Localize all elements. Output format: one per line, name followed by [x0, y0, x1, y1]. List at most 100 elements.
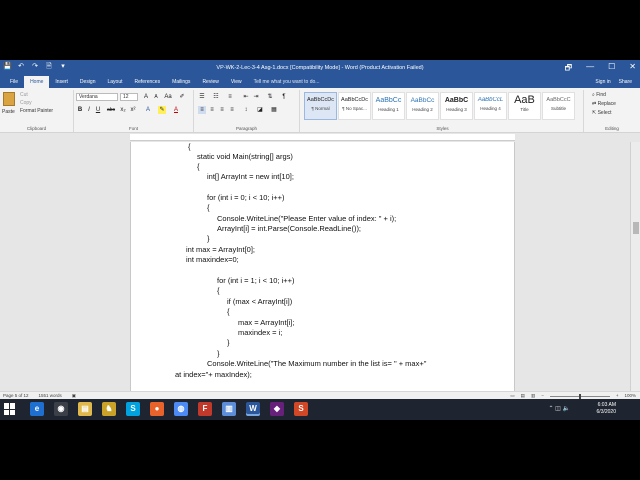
visual-studio-icon[interactable]: ◆ [270, 402, 284, 416]
share-button[interactable]: Share [619, 79, 632, 85]
clear-formatting-icon[interactable]: ✐ [178, 93, 186, 101]
replace-button[interactable]: ⇄ Replace [592, 101, 616, 107]
maximize-button[interactable]: ☐ [608, 62, 615, 76]
style-heading-1[interactable]: AaBbCc Heading 1 [372, 92, 405, 120]
font-size-select[interactable]: 12 [120, 93, 138, 101]
tab-view[interactable]: View [225, 76, 248, 88]
vertical-scrollbar[interactable] [630, 142, 640, 400]
change-case-icon[interactable]: Aa [164, 93, 172, 101]
style-name: Heading 3 [446, 107, 467, 112]
code-line: for (int i = 0; i < 10; i++) [207, 193, 285, 202]
font-color-button[interactable]: A [172, 106, 180, 114]
ribbon-tab-row: File Home Insert Design Layout Reference… [0, 76, 640, 88]
tab-file[interactable]: File [4, 76, 24, 88]
tab-mailings[interactable]: Mailings [166, 76, 196, 88]
edge-icon[interactable]: e [30, 402, 44, 416]
justify-icon[interactable]: ≡ [228, 106, 236, 114]
font-name-select[interactable]: Verdana [76, 93, 118, 101]
code-line: int maxindex=0; [186, 255, 239, 264]
align-center-icon[interactable]: ≡ [208, 106, 216, 114]
clock[interactable]: 6:03 AM 6/3/2020 [597, 402, 616, 416]
tab-review[interactable]: Review [196, 76, 224, 88]
sign-in-link[interactable]: Sign in [595, 79, 610, 85]
code-line: { [188, 142, 191, 151]
shading-icon[interactable]: ◪ [256, 106, 264, 114]
style-subtitle[interactable]: AaBbCcC Subtitle [542, 92, 575, 120]
network-icon[interactable]: ◫ [555, 406, 562, 412]
align-left-icon[interactable]: ≡ [198, 106, 206, 114]
presentation-app-icon[interactable]: S [294, 402, 308, 416]
code-line: int max = ArrayInt[0]; [186, 245, 255, 254]
paste-icon[interactable] [3, 92, 15, 106]
code-line: { [217, 286, 220, 295]
numbering-icon[interactable]: ☷ [212, 93, 220, 101]
tell-me-search[interactable]: Tell me what you want to do... [254, 76, 320, 88]
copy-button[interactable]: Copy [20, 100, 32, 106]
decrease-indent-icon[interactable]: ⇤ [242, 93, 250, 101]
horizontal-ruler[interactable] [130, 134, 515, 141]
clipboard-group-label: Clipboard [26, 126, 47, 131]
code-line: } [227, 338, 230, 347]
align-right-icon[interactable]: ≡ [218, 106, 226, 114]
style-name: ¶ Normal [311, 106, 330, 111]
shrink-font-icon[interactable]: A [152, 93, 160, 101]
style-heading-3[interactable]: AaBbC Heading 3 [440, 92, 473, 120]
style-normal[interactable]: AaBbCcDc ¶ Normal [304, 92, 337, 120]
grow-font-icon[interactable]: A [142, 93, 150, 101]
subscript-button[interactable]: x₂ [119, 106, 127, 114]
filezilla-icon[interactable]: F [198, 402, 212, 416]
document-page[interactable]: { static void Main(string[] args) { int[… [130, 142, 515, 400]
style-heading-2[interactable]: AaBbCc Heading 2 [406, 92, 439, 120]
tab-insert[interactable]: Insert [49, 76, 74, 88]
tab-layout[interactable]: Layout [102, 76, 129, 88]
find-label: Find [596, 92, 606, 98]
strikethrough-button[interactable]: abc [105, 106, 117, 114]
find-button[interactable]: ⌕ Find [592, 92, 606, 98]
tab-home[interactable]: Home [24, 76, 50, 88]
chrome-icon[interactable]: ◍ [174, 402, 188, 416]
code-line: maxindex = i; [238, 328, 283, 337]
volume-icon[interactable]: 🔈 [563, 406, 570, 412]
format-painter-button[interactable]: Format Painter [20, 108, 53, 114]
style-name: Heading 4 [480, 106, 501, 111]
scrollbar-thumb[interactable] [633, 222, 639, 234]
sort-icon[interactable]: ⇅ [266, 93, 274, 101]
firefox-icon[interactable]: ● [150, 402, 164, 416]
task-view-icon[interactable]: ◉ [54, 402, 68, 416]
ribbon-display-icon[interactable]: 🗗 [565, 62, 573, 76]
skype-icon[interactable]: S [126, 402, 140, 416]
style-no-spacing[interactable]: AaBbCcDc ¶ No Spac... [338, 92, 371, 120]
editing-group: ⌕ Find ⇄ Replace ⇱ Select Editing [586, 90, 638, 132]
paste-button[interactable]: Paste [2, 109, 15, 115]
file-explorer-icon[interactable]: ▤ [78, 402, 92, 416]
underline-button[interactable]: U [94, 106, 102, 114]
text-effects-button[interactable]: A [144, 106, 152, 114]
show-marks-icon[interactable]: ¶ [280, 93, 288, 101]
select-button[interactable]: ⇱ Select [592, 110, 612, 116]
borders-icon[interactable]: ▦ [270, 106, 278, 114]
cut-button[interactable]: Cut [20, 92, 28, 98]
bullets-icon[interactable]: ☰ [198, 93, 206, 101]
close-button[interactable]: ✕ [629, 62, 636, 76]
code-line: at index="+ maxIndex); [175, 370, 252, 379]
style-name: Title [520, 107, 529, 112]
style-title[interactable]: AaB Title [508, 92, 541, 120]
increase-indent-icon[interactable]: ⇥ [252, 93, 260, 101]
highlight-color-icon[interactable]: ✎ [158, 106, 166, 114]
word-icon[interactable]: W [246, 402, 260, 416]
style-sample: AaBbCc [375, 97, 402, 104]
tab-references[interactable]: References [129, 76, 167, 88]
superscript-button[interactable]: x² [129, 106, 137, 114]
style-heading-4[interactable]: AaBbCcL Heading 4 [474, 92, 507, 120]
italic-button[interactable]: I [85, 106, 93, 114]
tab-design[interactable]: Design [74, 76, 102, 88]
line-spacing-icon[interactable]: ↕ [242, 106, 250, 114]
windows-start-icon[interactable] [4, 403, 16, 415]
code-line: int[] ArrayInt = new int[10]; [207, 172, 294, 181]
multilevel-list-icon[interactable]: ≡ [226, 93, 234, 101]
windows-explorer-icon[interactable]: ▥ [222, 402, 236, 416]
chess-icon[interactable]: ♞ [102, 402, 116, 416]
bold-button[interactable]: B [76, 106, 84, 114]
minimize-button[interactable]: — [586, 62, 594, 76]
zoom-slider[interactable] [549, 394, 610, 399]
